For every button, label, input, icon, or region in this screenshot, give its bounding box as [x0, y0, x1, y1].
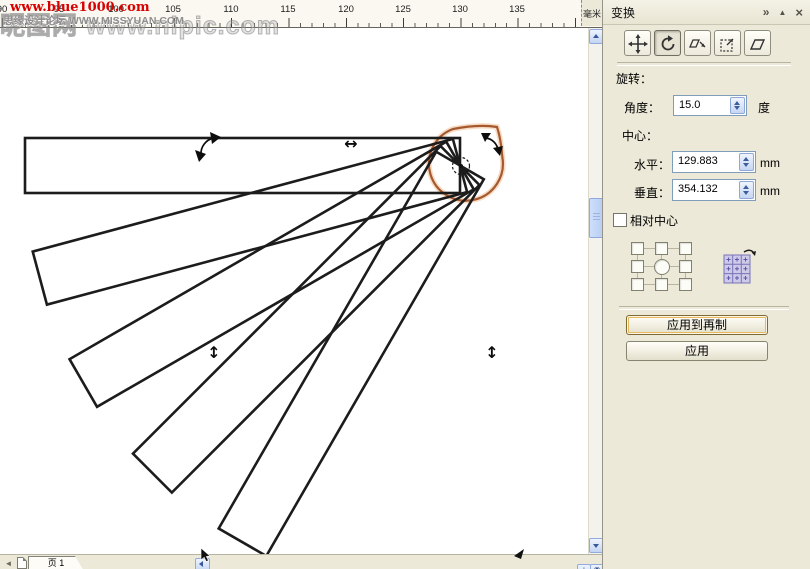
size-icon: [718, 34, 738, 54]
docker-close-icon[interactable]: ×: [795, 5, 803, 20]
page-tab-bar: ◄ 页 1 + ◉: [0, 554, 602, 569]
divider: [617, 62, 791, 66]
ruler-number: 115: [280, 4, 295, 15]
anchor-cell[interactable]: [655, 242, 668, 255]
duplicate-grid-icon: [722, 246, 756, 286]
apply-to-duplicate-button[interactable]: 应用到再制: [626, 315, 768, 335]
ruler-number: 135: [509, 4, 525, 15]
vertical-label: 垂直：: [634, 184, 670, 201]
transform-docker: 变换 » ▲ ×: [602, 0, 810, 569]
rotate-handle-icon[interactable]: [195, 132, 221, 162]
anchor-cell[interactable]: [631, 242, 644, 255]
vertical-scrollbar[interactable]: [588, 28, 603, 554]
ruler-number: 120: [338, 4, 354, 15]
horizontal-label: 水平：: [634, 156, 670, 173]
vertical-unit-label: mm: [760, 184, 780, 198]
relative-center-label: 相对中心: [630, 212, 678, 229]
skew-icon: [748, 34, 768, 54]
center-section-label: 中心：: [622, 127, 658, 144]
coreldraw-window: 9095100105110115120125130135 毫米: [0, 0, 810, 569]
skew-vertical-handle-left-icon[interactable]: ↕: [207, 343, 220, 362]
divider: [619, 306, 789, 310]
rotate-corner-handle-icon[interactable]: [513, 548, 527, 562]
fan-blade[interactable]: [219, 152, 484, 554]
ruler-number: 110: [223, 4, 238, 15]
tool-rotation-button[interactable]: [654, 30, 681, 56]
pan-button[interactable]: +: [577, 564, 591, 569]
angle-value[interactable]: 15.0: [674, 96, 729, 115]
anchor-cell-center-selected[interactable]: [654, 259, 670, 275]
angle-label: 角度：: [624, 99, 660, 116]
vertical-spin-buttons[interactable]: [739, 181, 754, 199]
page-icon: [17, 557, 27, 569]
first-page-button[interactable]: ◄: [2, 557, 15, 569]
move-icon: [628, 34, 648, 54]
rotation-section-label: 旋转：: [616, 70, 652, 87]
tool-skew-button[interactable]: [744, 30, 771, 56]
drawing-svg: ↔ ↕ ↕: [0, 28, 588, 554]
ruler-unit-label: 毫米: [581, 0, 602, 26]
horizontal-spin-buttons[interactable]: [739, 153, 754, 171]
horizontal-value[interactable]: 129.883: [673, 152, 738, 172]
missyuan-watermark: 思缘设计论坛 WWW.MISSYUAN.COM: [3, 13, 184, 28]
add-page-button[interactable]: [15, 557, 28, 569]
fan-blades[interactable]: [25, 138, 484, 554]
docker-collapse-icon[interactable]: »: [763, 5, 770, 19]
tool-scale-mirror-button[interactable]: [684, 30, 711, 56]
rotation-anchor-grid: [631, 242, 693, 292]
docker-title: 变换: [611, 4, 635, 21]
mouse-cursor: [200, 548, 212, 564]
angle-spinner[interactable]: 15.0: [673, 95, 747, 116]
anchor-cell[interactable]: [679, 242, 692, 255]
drawing-canvas[interactable]: ↔ ↕ ↕: [0, 28, 588, 554]
anchor-cell[interactable]: [679, 260, 692, 273]
scale-mirror-icon: [688, 34, 708, 54]
angle-spin-buttons[interactable]: [730, 97, 745, 114]
angle-unit-label: 度: [758, 99, 770, 116]
docker-title-bar: 变换 » ▲ ×: [603, 0, 810, 25]
horizontal-unit-label: mm: [760, 156, 780, 170]
fan-blade[interactable]: [33, 139, 467, 305]
fan-blade[interactable]: [70, 142, 474, 407]
ruler-number: 130: [452, 4, 468, 15]
tool-size-button[interactable]: [714, 30, 741, 56]
page-tab[interactable]: 页 1: [28, 556, 84, 569]
skew-horizontal-handle-icon[interactable]: ↔: [344, 134, 357, 153]
docker-rollup-icon[interactable]: ▲: [778, 8, 786, 17]
skew-vertical-handle-right-icon[interactable]: ↕: [485, 343, 498, 362]
fan-blade[interactable]: [133, 146, 479, 492]
anchor-cell[interactable]: [631, 260, 644, 273]
apply-button[interactable]: 应用: [626, 341, 768, 361]
tool-position-button[interactable]: [624, 30, 651, 56]
vertical-spinner[interactable]: 354.132: [672, 179, 756, 201]
relative-center-checkbox[interactable]: [613, 213, 627, 227]
horizontal-spinner[interactable]: 129.883: [672, 151, 756, 173]
vertical-value[interactable]: 354.132: [673, 180, 738, 200]
anchor-cell[interactable]: [631, 278, 644, 291]
fan-blade[interactable]: [25, 138, 460, 193]
anchor-cell[interactable]: [679, 278, 692, 291]
ruler-number: 125: [395, 4, 411, 15]
rotate-icon: [658, 34, 678, 54]
anchor-cell[interactable]: [655, 278, 668, 291]
